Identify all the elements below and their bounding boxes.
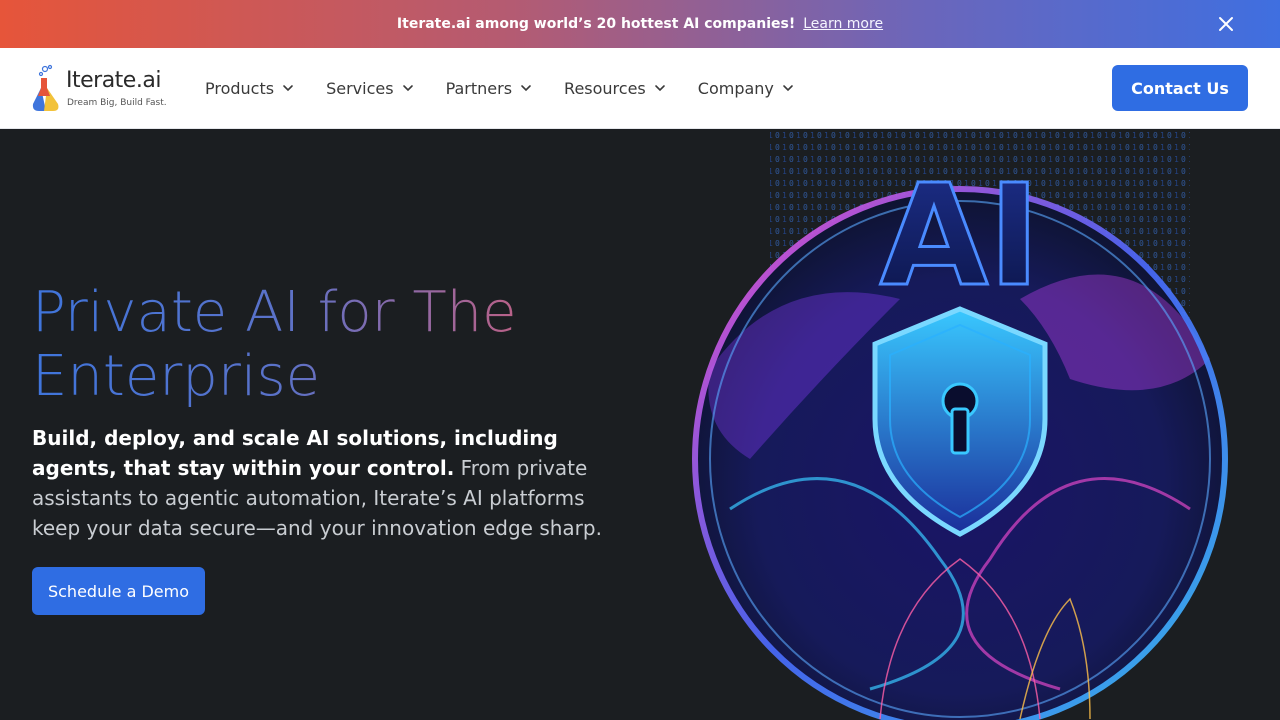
nav-item-label: Services <box>326 78 394 98</box>
site-logo[interactable]: Iterate.ai Dream Big, Build Fast. <box>32 64 172 112</box>
chevron-down-icon <box>783 85 793 92</box>
hero-subtitle: Build, deploy, and scale AI solutions, i… <box>32 423 602 543</box>
close-icon[interactable] <box>1216 14 1236 34</box>
banner-message: Iterate.ai among world’s 20 hottest AI c… <box>396 16 796 32</box>
nav-item-products[interactable]: Products <box>205 79 294 98</box>
nav-item-services[interactable]: Services <box>326 79 413 98</box>
hero-art-text: AI <box>880 155 1040 318</box>
main-navigation: Iterate.ai Dream Big, Build Fast. Produc… <box>0 48 1280 129</box>
flask-logo-icon <box>32 64 59 111</box>
nav-item-partners[interactable]: Partners <box>446 79 532 98</box>
logo-wordmark: Iterate.ai <box>66 68 161 93</box>
nav-item-label: Products <box>205 78 275 98</box>
nav-menu: Products Services Partners Resources Com… <box>205 48 826 128</box>
announcement-banner: Iterate.ai among world’s 20 hottest AI c… <box>0 0 1280 48</box>
nav-item-label: Company <box>697 78 774 98</box>
chevron-down-icon <box>283 85 293 92</box>
chevron-down-icon <box>521 85 531 92</box>
logo-tagline: Dream Big, Build Fast. <box>67 98 167 108</box>
schedule-demo-button[interactable]: Schedule a Demo <box>32 567 205 615</box>
hero-illustration: 0 1 AI <box>692 129 1228 720</box>
contact-us-button[interactable]: Contact Us <box>1112 65 1248 111</box>
nav-item-label: Partners <box>445 78 513 98</box>
hero-title: Private AI for The Enterprise <box>32 281 592 409</box>
chevron-down-icon <box>654 85 665 92</box>
nav-item-resources[interactable]: Resources <box>564 79 666 98</box>
hero-section: Private AI for The Enterprise Build, dep… <box>0 129 1280 720</box>
nav-item-label: Resources <box>564 78 646 98</box>
chevron-down-icon <box>402 85 413 92</box>
learn-more-link[interactable]: Learn more <box>803 16 883 32</box>
nav-item-company[interactable]: Company <box>698 79 794 98</box>
